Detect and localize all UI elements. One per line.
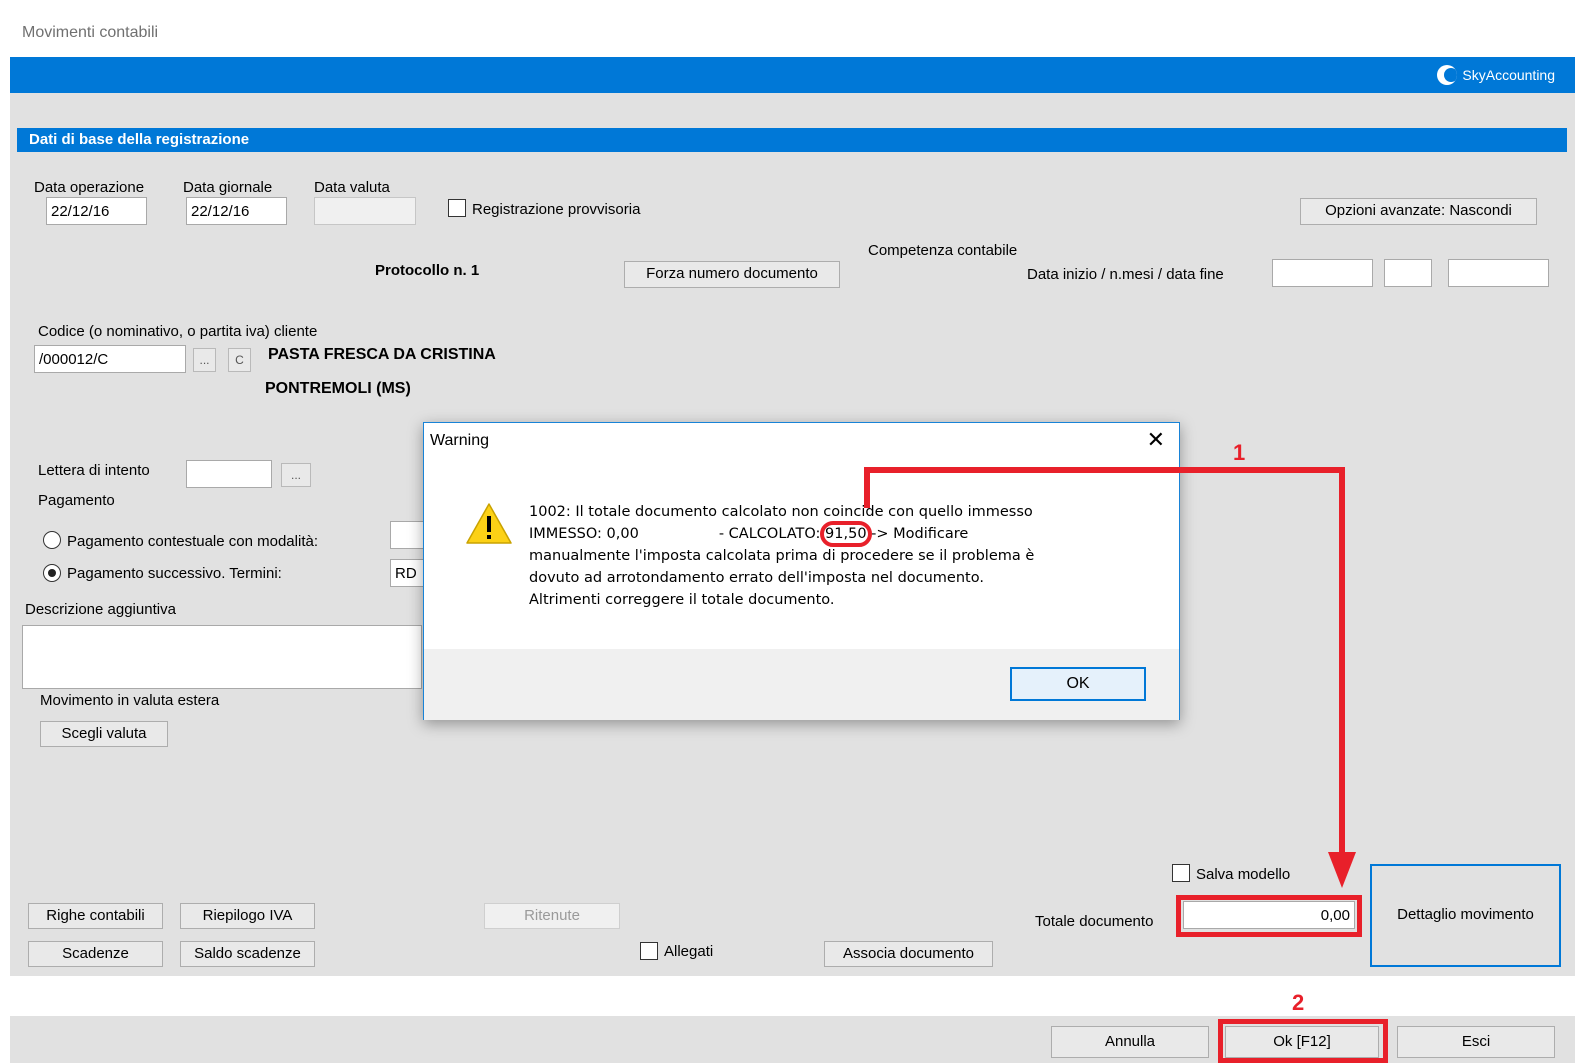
- annotation-arrow-head: [1328, 852, 1356, 888]
- annotation-arrow-line: [864, 467, 1345, 868]
- annotation-arrow: [864, 467, 1356, 888]
